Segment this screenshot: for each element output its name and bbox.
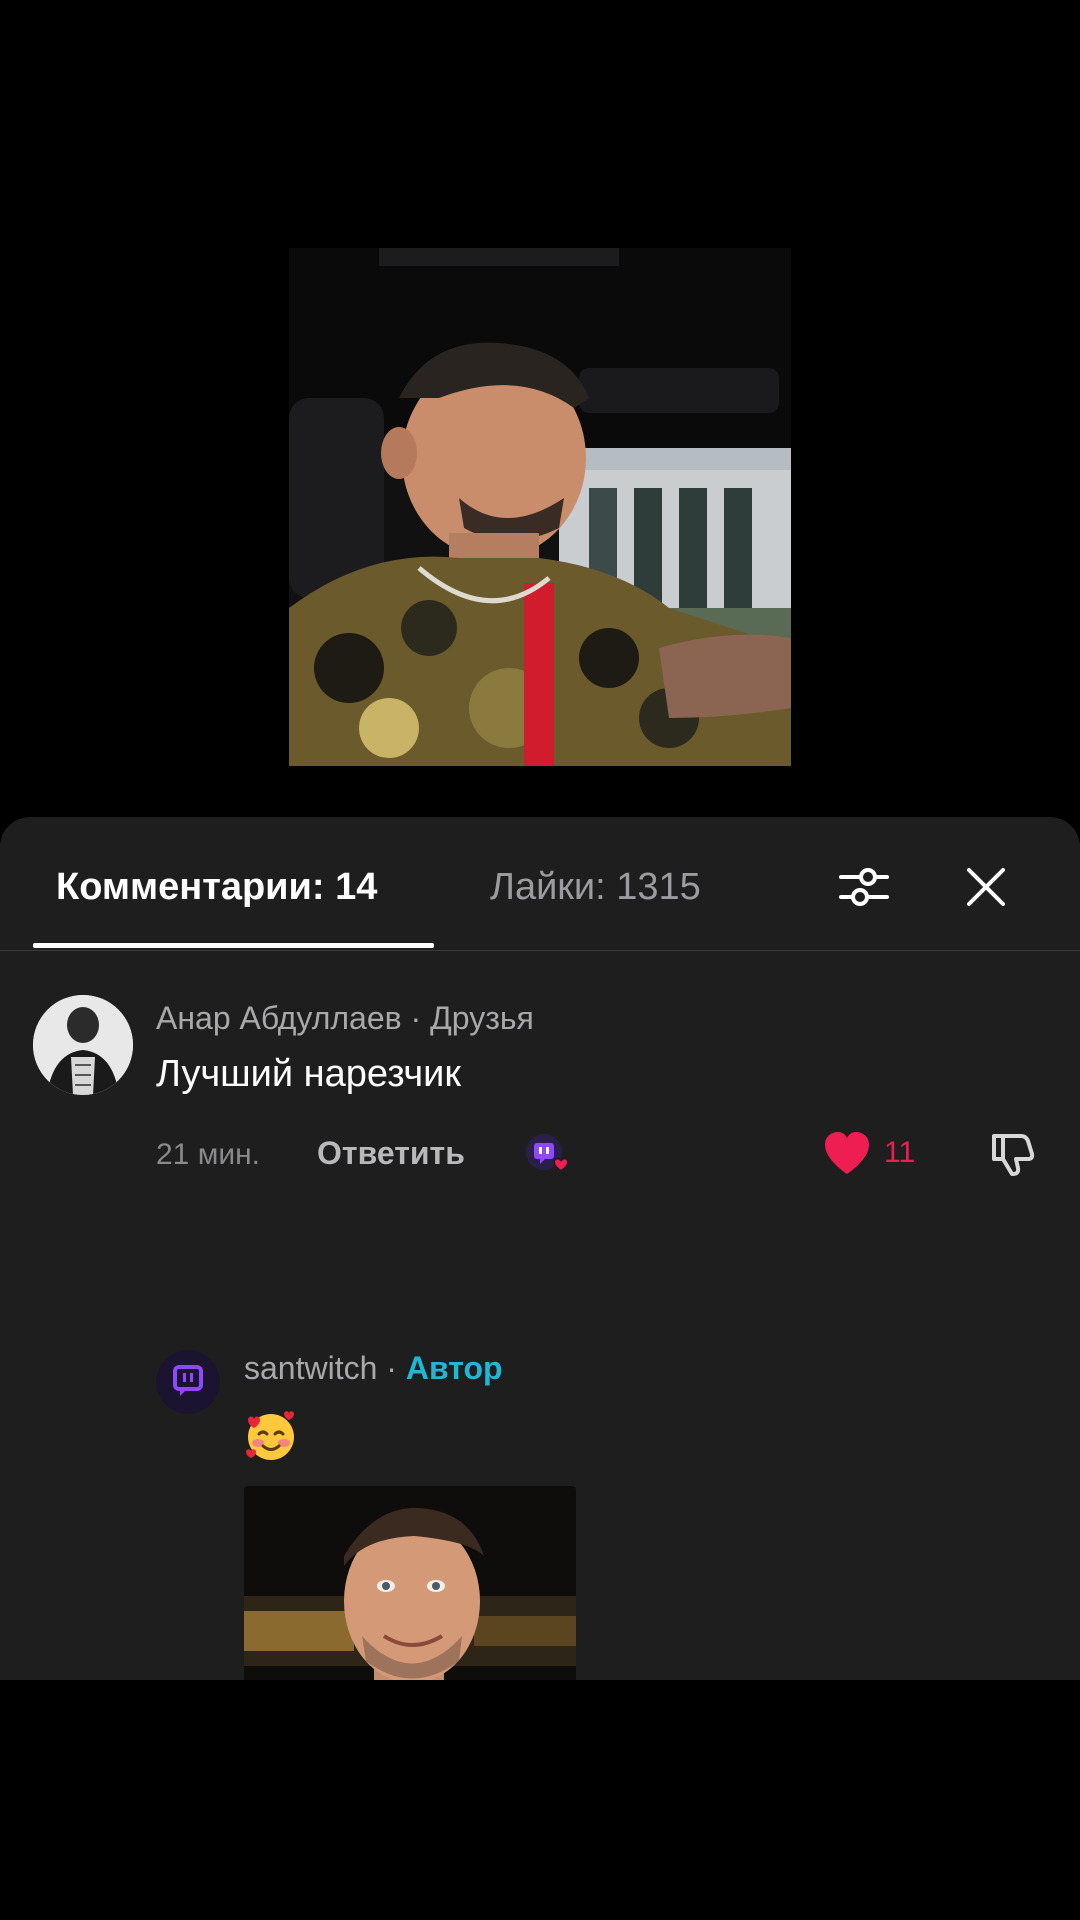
tab-comments[interactable]: Комментарии: 14 — [56, 865, 377, 909]
filter-button[interactable] — [834, 857, 894, 917]
sheet-header: Комментарии: 14 Лайки: 1315 — [0, 817, 1080, 951]
like-button[interactable]: 11 — [822, 1130, 915, 1176]
close-button[interactable] — [956, 857, 1016, 917]
dislike-button[interactable] — [988, 1128, 1038, 1178]
reply-author[interactable]: santwitch · Автор — [244, 1350, 503, 1387]
comment-author[interactable]: Анар Абдуллаев · Друзья — [156, 1000, 534, 1037]
reply-avatar[interactable] — [156, 1350, 220, 1414]
bottom-area — [0, 1680, 1080, 1920]
comment-text: Лучший нарезчик — [156, 1053, 462, 1095]
reply-button[interactable]: Ответить — [317, 1135, 465, 1172]
reply-separator: · — [377, 1350, 406, 1386]
creator-like-icon — [526, 1134, 570, 1173]
heart-icon — [825, 1132, 869, 1174]
active-tab-indicator — [33, 943, 434, 948]
twitch-icon — [156, 1350, 220, 1414]
video-preview[interactable] — [289, 248, 791, 766]
tab-likes[interactable]: Лайки: 1315 — [490, 865, 701, 909]
reply-username: santwitch — [244, 1350, 378, 1386]
dislike-icon — [992, 1134, 1035, 1176]
video-thumbnail-image — [289, 248, 791, 766]
avatar[interactable] — [33, 995, 133, 1095]
smiling-face-with-hearts-icon — [244, 1408, 298, 1462]
reply-photo[interactable] — [244, 1486, 576, 1680]
reply-photo-image — [244, 1486, 576, 1680]
like-count: 11 — [884, 1136, 916, 1169]
close-icon — [967, 868, 1005, 906]
creator-like-badge — [524, 1132, 572, 1180]
comment-timestamp: 21 мин. — [156, 1138, 260, 1171]
screen: Комментарии: 14 Лайки: 1315 Анар Абдулла… — [0, 0, 1080, 1920]
comments-sheet: Комментарии: 14 Лайки: 1315 Анар Абдулла… — [0, 817, 1080, 1680]
avatar-image — [33, 995, 133, 1095]
author-badge: Автор — [405, 1350, 503, 1386]
sliders-icon — [839, 868, 889, 906]
